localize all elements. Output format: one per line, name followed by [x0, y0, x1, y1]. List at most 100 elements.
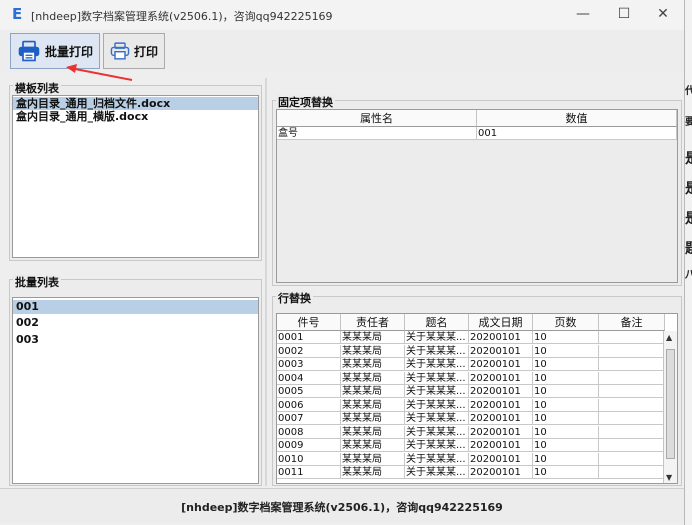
table-cell[interactable]: 10	[533, 371, 599, 385]
template-list[interactable]: 盒内目录_通用_归档文件.docx 盒内目录_通用_横版.docx	[12, 95, 259, 258]
column-header[interactable]: 题名	[405, 314, 469, 331]
column-header[interactable]: 件号	[277, 314, 341, 331]
table-cell[interactable]: 某某某局	[341, 398, 405, 412]
table-cell[interactable]: 0009	[277, 439, 341, 452]
batch-list[interactable]: 001 002 003	[12, 297, 259, 484]
table-cell[interactable]: 某某某局	[341, 331, 405, 344]
table-cell[interactable]: 10	[533, 439, 599, 452]
table-cell[interactable]: 0007	[277, 412, 341, 425]
table-cell[interactable]: 10	[533, 425, 599, 439]
column-header[interactable]: 数值	[477, 110, 677, 127]
table-cell[interactable]: 关于某某某...	[405, 439, 469, 452]
column-header[interactable]: 责任者	[341, 314, 405, 331]
table-cell[interactable]: 10	[533, 452, 599, 466]
table-cell[interactable]: 10	[533, 412, 599, 425]
table-cell[interactable]: 关于某某某...	[405, 331, 469, 344]
batch-list-item[interactable]: 002	[13, 314, 258, 331]
table-cell[interactable]: 10	[533, 344, 599, 358]
table-cell[interactable]: 关于某某某...	[405, 412, 469, 425]
table-cell[interactable]: 关于某某某...	[405, 398, 469, 412]
table-cell[interactable]: 关于某某某...	[405, 358, 469, 371]
table-cell[interactable]: 某某某局	[341, 385, 405, 398]
scrollbar-thumb[interactable]	[666, 349, 675, 459]
table-cell[interactable]: 20200101	[469, 412, 533, 425]
table-cell[interactable]: 0005	[277, 385, 341, 398]
table-cell[interactable]	[599, 452, 665, 466]
table-cell[interactable]	[599, 331, 665, 344]
fixed-replace-table[interactable]: 属性名 数值 盒号 001	[276, 109, 678, 283]
table-cell[interactable]	[599, 371, 665, 385]
table-cell[interactable]: 关于某某某...	[405, 344, 469, 358]
scroll-up-icon[interactable]: ▲	[666, 333, 672, 342]
window-title: [nhdeep]数字档案管理系统(v2506.1)，咨询qq942225169	[31, 10, 333, 23]
table-cell[interactable]: 10	[533, 331, 599, 344]
table-cell[interactable]: 0004	[277, 371, 341, 385]
table-cell[interactable]: 某某某局	[341, 452, 405, 466]
table-cell[interactable]: 某某某局	[341, 344, 405, 358]
template-list-item[interactable]: 盒内目录_通用_横版.docx	[13, 110, 258, 123]
table-cell[interactable]: 10	[533, 398, 599, 412]
table-cell[interactable]	[599, 425, 665, 439]
table-cell[interactable]: 20200101	[469, 439, 533, 452]
table-cell[interactable]: 10	[533, 358, 599, 371]
table-cell[interactable]: 关于某某某...	[405, 466, 469, 479]
bg-char: 题	[685, 238, 692, 258]
title-bar[interactable]: E [nhdeep]数字档案管理系统(v2506.1)，咨询qq94222516…	[0, 0, 684, 30]
table-cell[interactable]: 某某某局	[341, 371, 405, 385]
table-cell[interactable]: 某某某局	[341, 466, 405, 479]
table-cell[interactable]: 0010	[277, 452, 341, 466]
table-cell[interactable]: 20200101	[469, 466, 533, 479]
template-list-item[interactable]: 盒内目录_通用_归档文件.docx	[13, 97, 258, 110]
column-header[interactable]: 备注	[599, 314, 665, 331]
table-cell[interactable]: 20200101	[469, 452, 533, 466]
table-cell[interactable]: 某某某局	[341, 425, 405, 439]
table-cell[interactable]: 20200101	[469, 331, 533, 344]
minimize-button[interactable]: —	[568, 4, 598, 24]
table-cell[interactable]: 某某某局	[341, 358, 405, 371]
maximize-button[interactable]: ☐	[609, 4, 639, 24]
table-cell[interactable]: 关于某某某...	[405, 425, 469, 439]
table-cell[interactable]: 10	[533, 385, 599, 398]
bg-char: 是	[685, 148, 692, 168]
table-cell[interactable]: 某某某局	[341, 439, 405, 452]
column-header[interactable]: 属性名	[277, 110, 477, 127]
table-cell[interactable]: 0001	[277, 331, 341, 344]
batch-list-item[interactable]: 003	[13, 331, 258, 348]
table-cell[interactable]	[599, 398, 665, 412]
fixed-replace-title: 固定项替换	[276, 94, 335, 110]
table-cell[interactable]: 20200101	[469, 385, 533, 398]
table-cell[interactable]: 20200101	[469, 425, 533, 439]
row-replace-table[interactable]: 0001 某某某局 关于某某某... 20200101 10 0002 某某某局 关于某某某.…	[276, 313, 678, 484]
table-cell[interactable]	[599, 344, 665, 358]
close-button[interactable]: ✕	[648, 4, 678, 24]
table-cell[interactable]: 关于某某某...	[405, 371, 469, 385]
table-cell[interactable]: 0003	[277, 358, 341, 371]
vertical-scrollbar[interactable]: ▲ ▼	[663, 331, 677, 483]
table-cell[interactable]	[599, 358, 665, 371]
table-cell[interactable]: 20200101	[469, 398, 533, 412]
table-cell[interactable]: 0008	[277, 425, 341, 439]
table-cell[interactable]: 0011	[277, 466, 341, 479]
batch-list-item[interactable]: 001	[13, 300, 258, 314]
table-cell[interactable]: 20200101	[469, 344, 533, 358]
bg-char: 要	[685, 117, 692, 128]
table-cell[interactable]: 0006	[277, 398, 341, 412]
scroll-down-icon[interactable]: ▼	[666, 473, 672, 482]
table-cell[interactable]	[599, 466, 665, 479]
table-cell[interactable]	[599, 412, 665, 425]
table-cell[interactable]: 20200101	[469, 371, 533, 385]
table-cell[interactable]: 关于某某某...	[405, 452, 469, 466]
table-cell[interactable]: 关于某某某...	[405, 385, 469, 398]
table-cell[interactable]: 10	[533, 466, 599, 479]
table-cell[interactable]	[599, 439, 665, 452]
status-bar: [nhdeep]数字档案管理系统(v2506.1)，咨询qq942225169	[0, 488, 684, 523]
table-cell[interactable]: 0002	[277, 344, 341, 358]
table-cell[interactable]: 20200101	[469, 358, 533, 371]
column-header[interactable]: 页数	[533, 314, 599, 331]
table-cell[interactable]: 盒号	[277, 127, 477, 140]
column-header[interactable]: 成文日期	[469, 314, 533, 331]
table-cell[interactable]: 某某某局	[341, 412, 405, 425]
table-cell[interactable]	[599, 385, 665, 398]
split-divider[interactable]	[265, 78, 267, 486]
table-cell[interactable]: 001	[477, 127, 677, 140]
